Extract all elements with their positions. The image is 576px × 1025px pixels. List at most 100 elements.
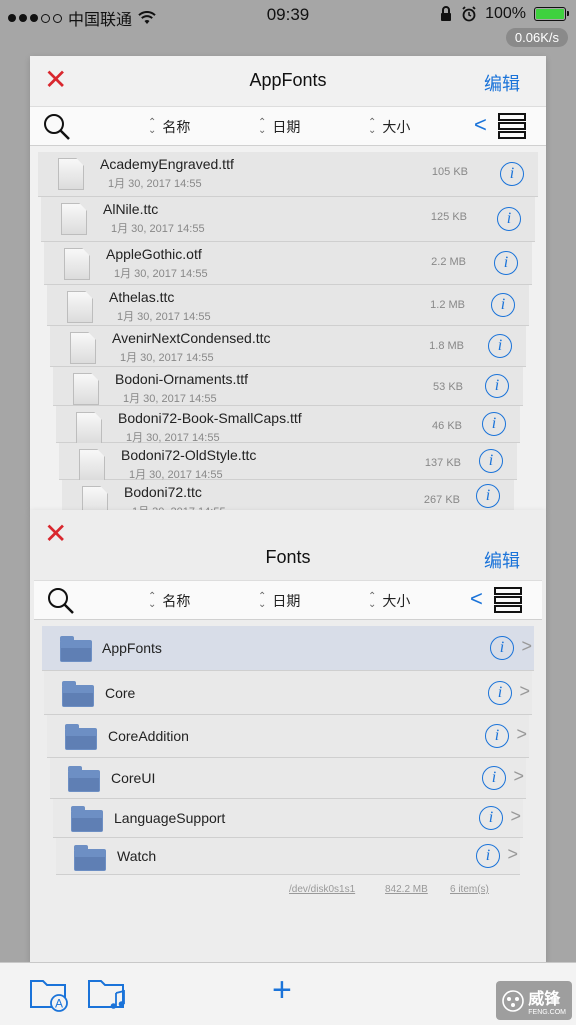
folder-icon [62,681,94,707]
info-icon[interactable]: i [494,251,518,275]
edit-button[interactable]: 编辑 [484,70,520,96]
sort-by-name[interactable]: ⌃ ⌄ 名称 [148,591,190,611]
folder-row-core[interactable]: Core i > [44,671,532,715]
chevron-left-icon[interactable]: < [470,586,483,612]
list-view-icon[interactable] [498,113,526,139]
file-row[interactable]: AlNile.ttc 1月 30, 2017 14:55 125 KB i [41,197,535,242]
file-name: Bodoni72.ttc [124,484,202,500]
alarm-icon [462,6,476,22]
file-size: 46 KB [432,420,462,432]
file-row[interactable]: Bodoni-Ornaments.ttf 1月 30, 2017 14:55 5… [53,367,523,406]
folder-row-watch[interactable]: Watch i > [56,838,520,875]
sort-arrows-icon: ⌃ ⌄ [258,117,267,136]
fonts-header: ✕ Fonts 编辑 [30,510,546,578]
info-icon[interactable]: i [482,766,506,790]
sort-by-size[interactable]: ⌃ ⌄ 大小 [368,591,410,611]
info-icon[interactable]: i [479,806,503,830]
file-size: 2.2 MB [431,256,466,268]
close-icon[interactable]: ✕ [44,520,67,548]
sort-arrows-icon: ⌃ ⌄ [368,117,377,136]
info-icon[interactable]: i [479,449,503,473]
info-icon[interactable]: i [488,681,512,705]
info-icon[interactable]: i [485,724,509,748]
info-icon[interactable]: i [476,484,500,508]
chevron-right-icon: > [521,636,532,656]
file-name: Athelas.ttc [109,289,175,305]
file-name: AppleGothic.otf [106,246,202,262]
file-row[interactable]: Bodoni72.ttc 1月 30, 2017 14:55 267 KB i [62,480,514,518]
watermark-text: 威锋 [528,991,561,1008]
folder-row-coreui[interactable]: CoreUI i > [50,758,526,799]
sort-by-size[interactable]: ⌃ ⌄ 大小 [368,117,410,137]
sort-by-name[interactable]: ⌃ ⌄ 名称 [148,117,190,137]
sort-date-label: 日期 [272,119,301,135]
folder-name: CoreAddition [108,728,189,744]
item-count: 6 item(s) [450,884,489,895]
file-size: 125 KB [430,211,467,223]
chevron-right-icon: > [519,681,530,701]
bottom-toolbar: A + 威锋 FENG.COM [0,962,576,1025]
disk-path: /dev/disk0s1s1 [289,884,356,895]
file-size: 267 KB [423,494,460,506]
info-icon[interactable]: i [500,162,524,186]
folder-row-appfonts[interactable]: AppFonts i > [42,626,534,671]
sort-arrows-icon: ⌃ ⌄ [258,591,267,610]
chevron-right-icon: > [513,766,524,786]
file-date: 1月 30, 2017 14:55 [117,311,211,323]
sort-name-label: 名称 [162,593,191,609]
search-icon[interactable] [46,587,76,615]
disk-size: 842.2 MB [385,884,428,895]
file-row[interactable]: AvenirNextCondensed.ttc 1月 30, 2017 14:5… [50,326,526,367]
info-icon[interactable]: i [491,293,515,317]
file-date: 1月 30, 2017 14:55 [120,352,214,364]
chevron-right-icon: > [507,844,518,864]
music-folder-icon[interactable] [86,973,130,1013]
sort-size-label: 大小 [382,119,411,135]
status-bar: 中国联通 09:39 100% [0,0,576,30]
app-folder-icon[interactable]: A [28,973,72,1013]
file-row[interactable]: Bodoni72-Book-SmallCaps.ttf 1月 30, 2017 … [56,406,520,444]
folder-row-languagesupport[interactable]: LanguageSupport i > [53,799,523,838]
search-icon[interactable] [42,113,72,141]
document-icon [67,291,93,323]
list-view-icon[interactable] [494,587,522,613]
info-icon[interactable]: i [490,636,514,660]
fonts-panel[interactable]: ✕ Fonts 编辑 ⌃ ⌄ 名称 ⌃ ⌄ 日期 ⌃ ⌄ 大小 < AppFonts i >… [30,510,546,962]
file-size: 105 KB [431,166,468,178]
svg-text:A: A [55,997,63,1011]
chevron-left-icon[interactable]: < [474,112,487,138]
document-icon [79,449,105,481]
info-icon[interactable]: i [485,374,509,398]
folder-row-coreaddition[interactable]: CoreAddition i > [47,715,529,758]
info-icon[interactable]: i [497,207,521,231]
page-title: Fonts [265,547,311,567]
sort-by-date[interactable]: ⌃ ⌄ 日期 [258,591,300,611]
appfonts-panel[interactable]: ✕ AppFonts 编辑 ⌃ ⌄ 名称 ⌃ ⌄ 日期 ⌃ ⌄ 大小 < AcademyEn… [30,56,546,518]
file-row[interactable]: AppleGothic.otf 1月 30, 2017 14:55 2.2 MB… [44,242,532,285]
file-row[interactable]: AcademyEngraved.ttf 1月 30, 2017 14:55 10… [38,152,538,197]
edit-button[interactable]: 编辑 [484,547,520,573]
info-icon[interactable]: i [488,334,512,358]
document-icon [73,373,99,405]
document-icon [70,332,96,364]
add-icon[interactable]: + [272,971,292,1010]
chevron-right-icon: > [516,724,527,744]
file-name: AvenirNextCondensed.ttc [112,330,271,346]
file-size: 1.8 MB [429,340,464,352]
sort-arrows-icon: ⌃ ⌄ [148,117,157,136]
info-icon[interactable]: i [476,844,500,868]
file-row[interactable]: Bodoni72-OldStyle.ttc 1月 30, 2017 14:55 … [59,443,517,481]
file-row[interactable]: Athelas.ttc 1月 30, 2017 14:55 1.2 MB i [47,285,529,326]
status-right: 100% [439,5,569,23]
appfonts-header: ✕ AppFonts 编辑 [30,56,546,104]
file-name: Bodoni72-OldStyle.ttc [121,447,257,463]
file-date: 1月 30, 2017 14:55 [114,268,208,280]
folder-icon [68,766,100,792]
file-name: AlNile.ttc [103,201,159,217]
sort-toolbar: ⌃ ⌄ 名称 ⌃ ⌄ 日期 ⌃ ⌄ 大小 < [30,106,546,146]
info-icon[interactable]: i [482,412,506,436]
folder-name: Watch [117,848,157,864]
sort-by-date[interactable]: ⌃ ⌄ 日期 [258,117,300,137]
folder-name: Core [105,685,136,701]
weiphone-logo-icon [502,989,525,1012]
